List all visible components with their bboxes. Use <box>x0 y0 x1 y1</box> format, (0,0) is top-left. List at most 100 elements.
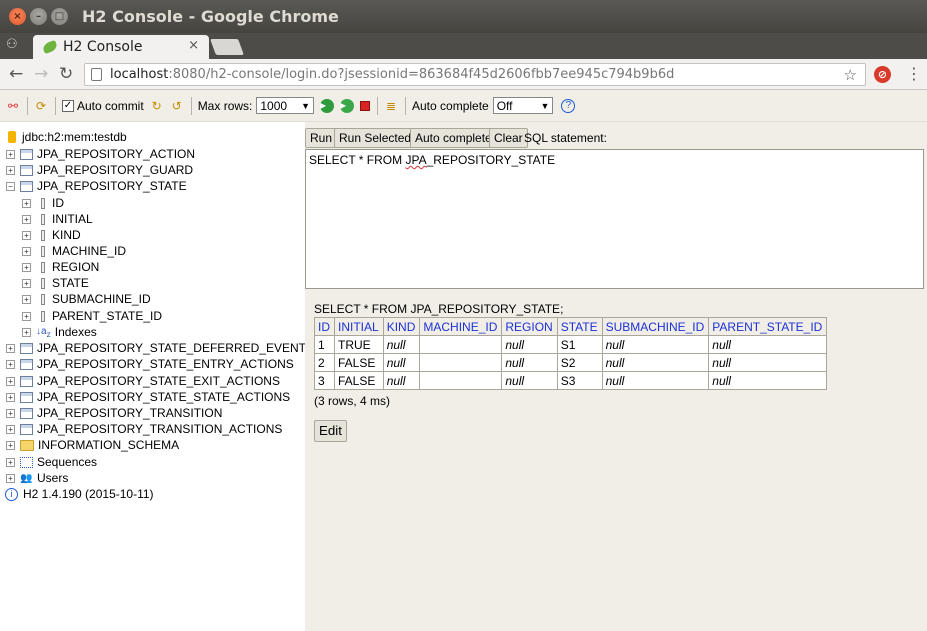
stop-icon[interactable] <box>360 100 370 111</box>
expand-icon[interactable]: + <box>6 376 15 386</box>
expand-icon[interactable]: + <box>22 198 31 208</box>
rollback-icon[interactable]: ↺ <box>170 99 184 113</box>
address-toolbar: ← → ↻ localhost:8080/h2-console/login.do… <box>0 59 927 90</box>
browser-tab[interactable]: H2 Console × <box>33 35 209 59</box>
run-selected-icon[interactable]: ▶ <box>340 98 354 113</box>
expand-icon[interactable]: + <box>22 294 31 304</box>
max-rows-select[interactable]: 1000 ▼ <box>256 97 314 114</box>
result-column-header[interactable]: PARENT_STATE_ID <box>708 317 828 336</box>
tree-indexes[interactable]: + ↓az Indexes <box>22 324 97 340</box>
expand-icon[interactable]: + <box>6 440 15 450</box>
tree-table[interactable]: + JPA_REPOSITORY_STATE_ENTRY_ACTIONS <box>6 356 294 372</box>
expand-icon[interactable]: + <box>22 246 31 256</box>
sequences-label: Sequences <box>37 455 98 469</box>
expand-icon[interactable]: + <box>6 408 15 418</box>
refresh-icon[interactable]: ⟳ <box>34 99 48 113</box>
tree-table-action[interactable]: + JPA_REPOSITORY_ACTION <box>6 146 195 162</box>
run-icon[interactable]: ▶ <box>320 98 334 113</box>
extension-icon[interactable]: ⊘ <box>874 66 891 83</box>
expand-icon[interactable]: + <box>6 343 15 353</box>
tree-column[interactable]: + STATE <box>22 275 89 291</box>
expand-icon[interactable]: + <box>6 424 15 434</box>
expand-icon[interactable]: + <box>22 278 31 288</box>
expand-icon[interactable]: + <box>22 311 31 321</box>
result-column-header[interactable]: INITIAL <box>334 317 384 336</box>
tree-column[interactable]: + SUBMACHINE_ID <box>22 291 151 307</box>
disconnect-icon[interactable]: ⚯ <box>6 99 20 113</box>
star-icon[interactable]: ☆ <box>844 66 857 84</box>
expand-icon[interactable]: + <box>6 359 15 369</box>
expand-icon[interactable]: + <box>6 165 15 175</box>
auto-commit-toggle[interactable]: ✓ Auto commit <box>62 99 144 113</box>
tree-sequences[interactable]: + Sequences <box>6 454 97 470</box>
tree-information-schema[interactable]: + INFORMATION_SCHEMA <box>6 437 179 453</box>
tree-table[interactable]: + JPA_REPOSITORY_STATE_EXIT_ACTIONS <box>6 373 280 389</box>
url-bar[interactable]: localhost:8080/h2-console/login.do?jsess… <box>84 63 866 86</box>
result-column-header[interactable]: STATE <box>556 317 603 336</box>
toolbar-separator <box>190 96 192 115</box>
new-tab-button[interactable] <box>210 39 244 55</box>
column-label: MACHINE_ID <box>52 244 127 258</box>
tree-table-guard[interactable]: + JPA_REPOSITORY_GUARD <box>6 162 193 178</box>
tree-column[interactable]: + PARENT_STATE_ID <box>22 308 162 324</box>
column-icon <box>41 229 45 241</box>
result-column-header[interactable]: REGION <box>501 317 558 336</box>
commit-icon[interactable]: ↻ <box>150 99 164 113</box>
tree-column[interactable]: + KIND <box>22 227 81 243</box>
tree-connection[interactable]: jdbc:h2:mem:testdb <box>0 129 127 145</box>
collapse-icon[interactable]: − <box>6 181 15 191</box>
result-column-header[interactable]: SUBMACHINE_ID <box>601 317 710 336</box>
window-minimize-button[interactable]: – <box>30 8 47 25</box>
result-column-header[interactable]: KIND <box>382 317 421 336</box>
tree-table[interactable]: + JPA_REPOSITORY_STATE_DEFERRED_EVENTS <box>6 340 314 356</box>
expand-icon[interactable]: + <box>6 457 15 467</box>
tree-column[interactable]: + INITIAL <box>22 211 93 227</box>
tree-table[interactable]: + JPA_REPOSITORY_TRANSITION_ACTIONS <box>6 421 282 437</box>
forward-icon[interactable]: → <box>34 64 48 84</box>
expand-icon[interactable]: + <box>22 262 31 272</box>
expand-icon[interactable]: + <box>22 230 31 240</box>
expand-icon[interactable]: + <box>22 327 31 337</box>
tree-column[interactable]: + REGION <box>22 259 99 275</box>
edit-button[interactable]: Edit <box>314 420 347 442</box>
expand-icon[interactable]: + <box>6 149 15 159</box>
toolbar-separator <box>55 96 56 115</box>
result-column-header[interactable]: ID <box>314 317 335 336</box>
tree-table[interactable]: + JPA_REPOSITORY_STATE_STATE_ACTIONS <box>6 389 290 405</box>
reload-icon[interactable]: ↻ <box>59 64 73 84</box>
table-cell: null <box>601 371 710 390</box>
help-icon[interactable]: ? <box>561 98 576 113</box>
expand-icon[interactable]: + <box>6 473 15 483</box>
tab-label: H2 Console <box>63 39 143 55</box>
table-icon <box>20 423 33 435</box>
window-maximize-button[interactable]: □ <box>51 8 68 25</box>
expand-icon[interactable]: + <box>22 214 31 224</box>
tree-table-state[interactable]: − JPA_REPOSITORY_STATE <box>6 178 187 194</box>
tab-close-icon[interactable]: × <box>188 38 199 53</box>
run-button[interactable]: Run <box>305 128 338 148</box>
sql-statement-label: SQL statement: <box>524 131 607 145</box>
auto-commit-checkbox[interactable]: ✓ <box>62 99 74 112</box>
page-info-icon[interactable] <box>91 68 102 81</box>
auto-complete-select[interactable]: Off ▼ <box>492 97 554 114</box>
table-label: JPA_REPOSITORY_TRANSITION <box>37 406 223 420</box>
tree-users[interactable]: + 👥 Users <box>6 470 68 486</box>
sql-editor[interactable]: SELECT * FROM JPA_REPOSITORY_STATE <box>305 149 924 289</box>
run-selected-button[interactable]: Run Selected <box>334 128 417 148</box>
menu-icon[interactable]: ⋮ <box>906 64 922 83</box>
toolbar-separator <box>377 96 378 115</box>
back-icon[interactable]: ← <box>9 64 23 84</box>
column-label: STATE <box>52 276 89 290</box>
table-row: 2 FALSE null null S2 null null <box>314 353 828 372</box>
history-icon[interactable]: ≣ <box>384 99 398 113</box>
expand-icon[interactable]: + <box>6 392 15 402</box>
tree-column[interactable]: + ID <box>22 195 64 211</box>
auto-complete-button[interactable]: Auto complete <box>410 128 497 148</box>
clear-button[interactable]: Clear <box>489 128 528 148</box>
result-column-header[interactable]: MACHINE_ID <box>419 317 503 336</box>
tree-column[interactable]: + MACHINE_ID <box>22 243 126 259</box>
window-close-button[interactable]: × <box>9 8 26 25</box>
column-icon <box>41 245 45 257</box>
toolbar-separator <box>405 96 406 115</box>
tree-table[interactable]: + JPA_REPOSITORY_TRANSITION <box>6 405 222 421</box>
